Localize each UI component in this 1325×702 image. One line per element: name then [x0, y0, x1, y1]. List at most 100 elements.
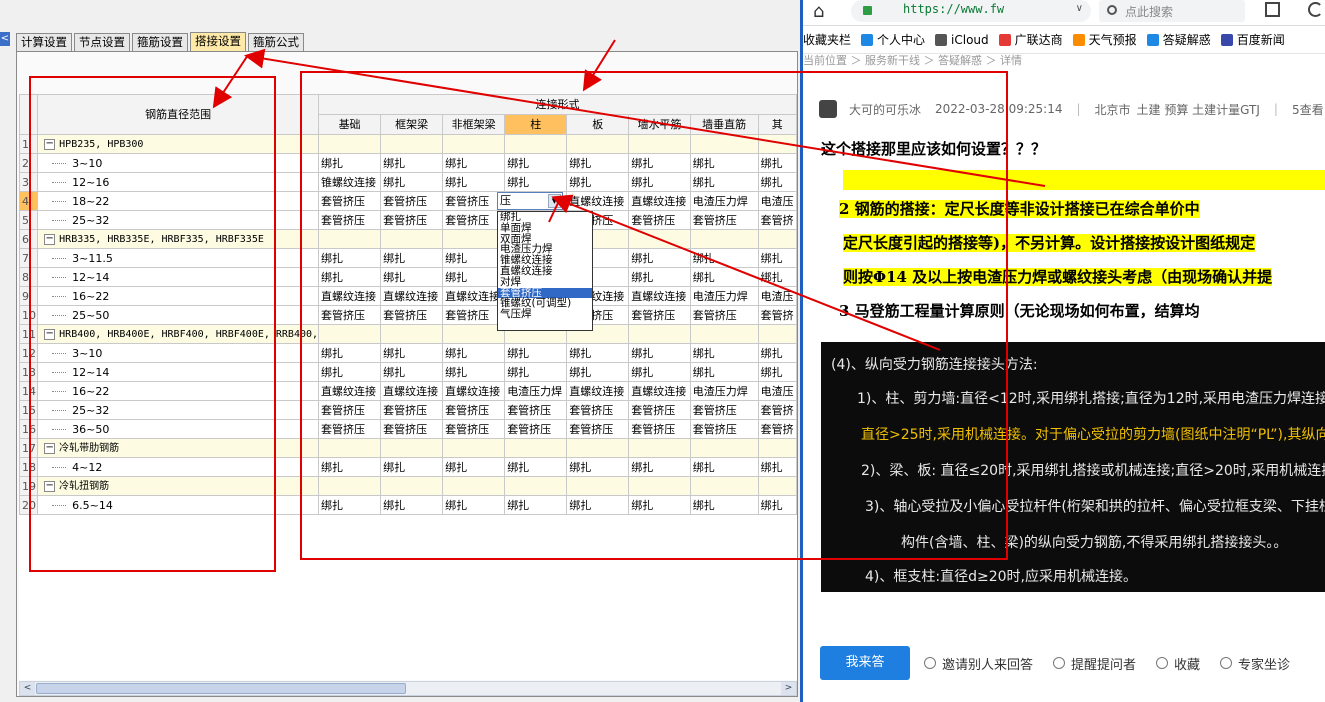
connection-cell[interactable]: 绑扎 [380, 153, 444, 173]
connection-cell[interactable]: 绑扎 [628, 153, 691, 173]
scroll-thumb[interactable] [36, 683, 406, 694]
tab-1[interactable]: 节点设置 [74, 33, 130, 52]
column-header[interactable]: 框架梁 [380, 114, 444, 135]
connection-cell[interactable] [442, 134, 506, 154]
connection-cell[interactable]: 直螺纹连接 [566, 191, 630, 211]
connection-cell[interactable]: 绑扎 [628, 248, 691, 268]
connection-cell[interactable]: 绑扎 [689, 172, 759, 192]
connection-cell[interactable] [380, 229, 444, 249]
row-number[interactable]: 3 [19, 172, 39, 192]
bookmark-item[interactable]: 答疑解惑 [1146, 31, 1211, 48]
dropdown-option[interactable]: 气压焊 [498, 309, 592, 320]
row-number[interactable]: 18 [19, 457, 39, 477]
connection-cell[interactable] [628, 324, 691, 344]
row-number[interactable]: 11 [19, 324, 39, 344]
table-row[interactable]: 12 3~10 绑扎 绑扎 绑扎 绑扎 绑扎 绑扎 绑扎 绑扎 [19, 343, 797, 363]
connection-cell[interactable]: 套管挤压 [318, 191, 382, 211]
connection-cell[interactable]: 电渣压力焊 [689, 191, 759, 211]
connection-cell[interactable] [689, 134, 759, 154]
connection-cell[interactable]: 套管挤压 [318, 419, 382, 439]
table-row[interactable]: 13 12~14 绑扎 绑扎 绑扎 绑扎 绑扎 绑扎 绑扎 绑扎 [19, 362, 797, 382]
connection-cell[interactable]: 套管挤压 [318, 305, 382, 325]
connection-cell[interactable] [628, 476, 691, 496]
tab-3[interactable]: 搭接设置 [190, 32, 246, 52]
table-row[interactable]: 3 12~16 锥螺纹连接 绑扎 绑扎 绑扎 绑扎 绑扎 绑扎 绑扎 [19, 172, 797, 192]
chevron-down-icon[interactable]: ∨ [1076, 3, 1083, 14]
connection-cell[interactable] [442, 438, 506, 458]
connection-cell[interactable]: 绑扎 [318, 457, 382, 477]
dropdown-option[interactable]: 单面焊 [498, 222, 592, 234]
connection-cell[interactable] [442, 476, 506, 496]
bookmark-item[interactable]: 个人中心 [861, 31, 925, 48]
row-number[interactable]: 10 [19, 305, 39, 325]
connection-cell[interactable]: 套管挤压 [442, 305, 506, 325]
expert-button[interactable]: 专家坐诊 [1220, 654, 1290, 673]
connection-cell[interactable] [504, 438, 568, 458]
favorite-button[interactable]: 收藏 [1156, 654, 1200, 673]
grid-icon[interactable] [1265, 2, 1280, 17]
connection-cell[interactable]: 绑扎 [689, 495, 759, 515]
undo-icon[interactable] [1308, 2, 1323, 17]
row-number[interactable]: 1 [19, 134, 39, 154]
connection-cell[interactable]: 绑扎 [318, 495, 382, 515]
connection-cell[interactable] [380, 134, 444, 154]
connection-cell[interactable]: 套管挤 [757, 400, 797, 420]
connection-cell[interactable] [318, 476, 382, 496]
group-row[interactable]: 6− HRB335, HRB335E, HRBF335, HRBF335E [19, 229, 797, 249]
connection-cell[interactable]: 绑扎 [628, 495, 691, 515]
row-number[interactable]: 15 [19, 400, 39, 420]
connection-cell[interactable] [380, 476, 444, 496]
connection-cell[interactable] [566, 438, 630, 458]
author-name[interactable]: 大可的可乐冰 [849, 101, 921, 118]
connection-cell[interactable]: 套管挤压 [689, 419, 759, 439]
connection-cell[interactable] [689, 476, 759, 496]
connection-cell[interactable]: 直螺纹连接 [380, 381, 444, 401]
connection-cell[interactable]: 绑扎 [566, 495, 630, 515]
connection-cell[interactable] [504, 134, 568, 154]
connection-cell[interactable]: 套管挤压 [318, 400, 382, 420]
table-row[interactable]: 4 18~22 套管挤压 套管挤压 套管挤压 直螺纹连接 直螺纹连接 电渣压力焊 电渣压 [19, 191, 797, 211]
connection-cell[interactable] [757, 324, 797, 344]
connection-cell[interactable]: 套管挤压 [628, 210, 691, 230]
post-tags[interactable]: 土建 预算 土建计量GTJ [1137, 101, 1260, 118]
connection-cell[interactable]: 锥螺纹连接 [318, 172, 382, 192]
connection-cell[interactable]: 套管挤压 [442, 191, 506, 211]
connection-cell[interactable]: 绑扎 [628, 457, 691, 477]
connection-cell[interactable] [318, 324, 382, 344]
connection-cell[interactable]: 套管挤压 [504, 419, 568, 439]
row-number[interactable]: 7 [19, 248, 39, 268]
connection-cell[interactable]: 直螺纹连接 [442, 286, 506, 306]
connection-cell[interactable]: 绑扎 [318, 248, 382, 268]
connection-cell[interactable] [628, 134, 691, 154]
connection-cell[interactable]: 绑扎 [380, 343, 444, 363]
connection-cell[interactable]: 直螺纹连接 [318, 286, 382, 306]
dropdown-option[interactable]: 对焊 [498, 276, 592, 288]
connection-cell[interactable]: 套管挤压 [442, 400, 506, 420]
connection-cell[interactable] [380, 438, 444, 458]
connection-cell[interactable]: 绑扎 [689, 457, 759, 477]
connection-cell[interactable] [628, 438, 691, 458]
connection-cell[interactable]: 直螺纹连接 [442, 381, 506, 401]
connection-cell[interactable]: 套管挤 [757, 210, 797, 230]
connection-cell[interactable]: 套管挤 [757, 419, 797, 439]
tab-2[interactable]: 箍筋设置 [132, 33, 188, 52]
bookmark-item[interactable]: 天气预报 [1072, 31, 1137, 48]
connection-cell[interactable]: 绑扎 [689, 362, 759, 382]
connection-cell[interactable]: 套管挤压 [318, 210, 382, 230]
connection-cell[interactable]: 绑扎 [757, 362, 797, 382]
column-header[interactable]: 非框架梁 [442, 114, 506, 135]
table-row[interactable]: 2 3~10 绑扎 绑扎 绑扎 绑扎 绑扎 绑扎 绑扎 绑扎 [19, 153, 797, 173]
connection-cell[interactable]: 绑扎 [442, 172, 506, 192]
connection-cell[interactable] [442, 229, 506, 249]
table-row[interactable]: 9 16~22 直螺纹连接 直螺纹连接 直螺纹连接 直螺纹连接 直螺纹连接 电渣压力焊 电渣压 [19, 286, 797, 306]
table-row[interactable]: 525~32套管挤压套管挤压套管挤压套管挤压套管挤压套管挤压套管挤 [19, 210, 797, 230]
connection-cell[interactable] [757, 438, 797, 458]
connection-cell[interactable]: 绑扎 [380, 495, 444, 515]
connection-cell[interactable]: 套管挤压 [380, 305, 444, 325]
table-row[interactable]: 812~14绑扎绑扎绑扎绑扎绑扎绑扎绑扎 [19, 267, 797, 287]
table-row[interactable]: 73~11.5绑扎绑扎绑扎绑扎绑扎绑扎绑扎 [19, 248, 797, 268]
connection-cell[interactable]: 绑扎 [757, 495, 797, 515]
connection-cell[interactable] [628, 229, 691, 249]
connection-cell[interactable]: 绑扎 [689, 343, 759, 363]
connection-cell[interactable]: 绑扎 [757, 153, 797, 173]
